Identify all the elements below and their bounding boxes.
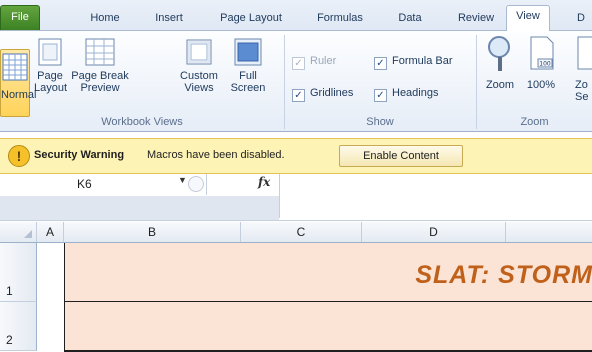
zoom-to-selection-icon (577, 36, 592, 70)
normal-label: Normal (1, 89, 37, 101)
formula-bar-label: Formula Bar (392, 55, 453, 67)
name-box[interactable]: K6 (0, 174, 207, 195)
tab-file[interactable]: File (0, 5, 40, 30)
select-all-triangle-icon (24, 230, 32, 238)
custom-views-button[interactable]: Custom Views (177, 33, 221, 103)
enable-content-button[interactable]: Enable Content (339, 145, 463, 167)
tab-page-layout[interactable]: Page Layout (214, 8, 288, 30)
custom-views-label-1: Custom (180, 70, 218, 82)
column-header-d[interactable]: D (362, 222, 506, 242)
headings-checkbox-box: ✓ (374, 89, 387, 102)
zoom-100-label: 100% (526, 79, 556, 91)
ribbon-tab-bar: File Home Insert Page Layout Formulas Da… (0, 0, 592, 32)
formula-bar-gutter (0, 196, 279, 220)
column-header-next[interactable] (506, 222, 592, 242)
zoom-to-selection-label-2: Se (575, 91, 589, 103)
page-layout-label-1: Page (37, 70, 63, 82)
page-layout-button[interactable]: Page Layout (34, 33, 68, 103)
magnifier-icon (488, 36, 510, 71)
tab-cutoff[interactable]: D (574, 8, 588, 30)
custom-views-label-2: Views (184, 82, 214, 94)
gridlines-label: Gridlines (310, 87, 354, 99)
sheet-title: SLAT: STORM (415, 261, 592, 289)
page-layout-label-2: Layout (34, 82, 68, 94)
gridlines-checkbox-box: ✓ (292, 89, 305, 102)
show-group-label: Show (366, 116, 394, 128)
insert-function-icon[interactable]: fx (258, 175, 270, 189)
zoom-100-icon: 100 (530, 36, 554, 70)
tab-review[interactable]: Review (454, 8, 498, 30)
formula-bar-checkbox[interactable]: ✓ Formula Bar (374, 55, 453, 70)
name-box-handle[interactable] (188, 176, 204, 192)
page-break-preview-icon (85, 38, 115, 66)
ruler-checkbox-box: ✓ (292, 57, 305, 70)
zoom-group-label: Zoom (520, 116, 549, 128)
zoom-label: Zoom (485, 79, 515, 91)
gridlines-checkbox[interactable]: ✓ Gridlines (292, 87, 353, 102)
formula-bar: K6 ▼ fx (0, 174, 592, 221)
column-headers: A B C D (0, 222, 592, 243)
column-header-c[interactable]: C (241, 222, 362, 242)
full-screen-label-1: Full (239, 70, 257, 82)
security-warning-bar: ! Security Warning Macros have been disa… (0, 138, 592, 174)
warning-icon: ! (8, 145, 30, 167)
title-cell[interactable]: SLAT: STORM (64, 243, 592, 302)
row-2-cell[interactable] (64, 302, 592, 352)
ribbon-view: Normal Page Layout Page Break Preview Cu… (0, 31, 592, 132)
security-warning-message: Macros have been disabled. (147, 149, 285, 161)
normal-view-icon (2, 53, 28, 81)
tab-home[interactable]: Home (84, 8, 126, 30)
svg-text:100: 100 (539, 61, 551, 68)
tab-formulas[interactable]: Formulas (312, 8, 368, 30)
tab-data[interactable]: Data (393, 8, 427, 30)
formula-bar-checkbox-box: ✓ (374, 57, 387, 70)
row-header-1[interactable]: 1 (0, 243, 37, 302)
row-number-1: 1 (6, 284, 13, 298)
column-header-a[interactable]: A (37, 222, 64, 242)
column-header-b[interactable]: B (64, 222, 241, 242)
zoom-button[interactable]: Zoom (482, 33, 518, 103)
normal-view-button[interactable]: Normal (0, 49, 37, 117)
ruler-label: Ruler (310, 55, 337, 67)
row-number-2: 2 (6, 333, 13, 347)
full-screen-icon (234, 38, 262, 66)
page-break-preview-button[interactable]: Page Break Preview (70, 33, 130, 103)
full-screen-label-2: Screen (230, 82, 266, 94)
custom-views-icon (186, 39, 212, 65)
page-break-label-2: Preview (80, 82, 120, 94)
page-layout-icon (38, 38, 62, 66)
name-box-value: K6 (77, 177, 92, 191)
zoom-100-button[interactable]: 100 100% (524, 33, 558, 103)
column-a-cells[interactable] (37, 243, 62, 352)
tab-insert[interactable]: Insert (148, 8, 190, 30)
security-warning-title: Security Warning (34, 149, 125, 161)
chevron-down-icon[interactable]: ▼ (178, 175, 187, 185)
headings-label: Headings (392, 87, 439, 99)
ruler-checkbox[interactable]: ✓ Ruler (292, 55, 336, 70)
full-screen-button[interactable]: Full Screen (228, 33, 268, 103)
page-break-label-1: Page Break (71, 70, 129, 82)
row-header-2[interactable]: 2 (0, 302, 37, 351)
workbook-views-group-label: Workbook Views (101, 116, 183, 128)
headings-checkbox[interactable]: ✓ Headings (374, 87, 438, 102)
formula-input[interactable] (279, 174, 592, 218)
zoom-to-selection-label-1: Zo (575, 79, 588, 91)
tab-view[interactable]: View (506, 5, 550, 32)
zoom-to-selection-button[interactable]: Zo Se (566, 33, 592, 103)
